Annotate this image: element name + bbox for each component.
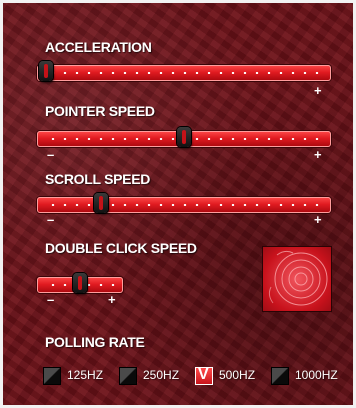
acceleration-ticks <box>47 72 323 74</box>
pointer-speed-slider[interactable] <box>37 127 331 147</box>
double-click-speed-min: – <box>47 292 55 307</box>
acceleration-max: + <box>314 83 322 98</box>
scroll-speed-slider[interactable] <box>37 193 331 213</box>
double-click-test-target[interactable] <box>262 246 332 312</box>
acceleration-slider[interactable] <box>37 61 331 81</box>
scroll-speed-ticks <box>47 204 323 206</box>
pointer-speed-thumb[interactable] <box>177 127 191 147</box>
polling-option-label: 125HZ <box>67 368 104 382</box>
polling-rate-label: POLLING RATE <box>45 334 145 350</box>
acceleration-label: ACCELERATION <box>45 39 152 55</box>
scroll-speed-thumb[interactable] <box>94 193 109 213</box>
acceleration-thumb[interactable] <box>39 61 53 81</box>
polling-option-label: 500HZ <box>219 368 256 382</box>
pointer-speed-min: – <box>47 147 55 162</box>
check-mark-icon: V <box>198 366 209 383</box>
double-click-test-target-icon <box>268 250 328 306</box>
pointer-speed-max: + <box>314 147 322 162</box>
pointer-speed-label: POINTER SPEED <box>45 103 155 119</box>
scroll-speed-label: SCROLL SPEED <box>45 171 151 187</box>
mouse-settings-panel: ACCELERATION + POINTER SPEED – + SCROLL … <box>0 0 356 408</box>
polling-option-label: 250HZ <box>143 368 180 382</box>
polling-option-label: 1000HZ <box>295 368 338 382</box>
double-click-speed-slider[interactable] <box>37 273 123 293</box>
polling-checkbox-250hz[interactable] <box>119 367 137 385</box>
scroll-speed-max: + <box>314 212 322 227</box>
double-click-speed-thumb[interactable] <box>73 273 87 293</box>
polling-checkbox-500hz[interactable]: V <box>195 366 213 385</box>
double-click-speed-label: DOUBLE CLICK SPEED <box>45 240 197 256</box>
double-click-speed-max: + <box>108 292 116 307</box>
scroll-speed-min: – <box>47 212 55 227</box>
polling-checkbox-125hz[interactable] <box>43 367 61 385</box>
polling-checkbox-1000hz[interactable] <box>271 367 289 385</box>
